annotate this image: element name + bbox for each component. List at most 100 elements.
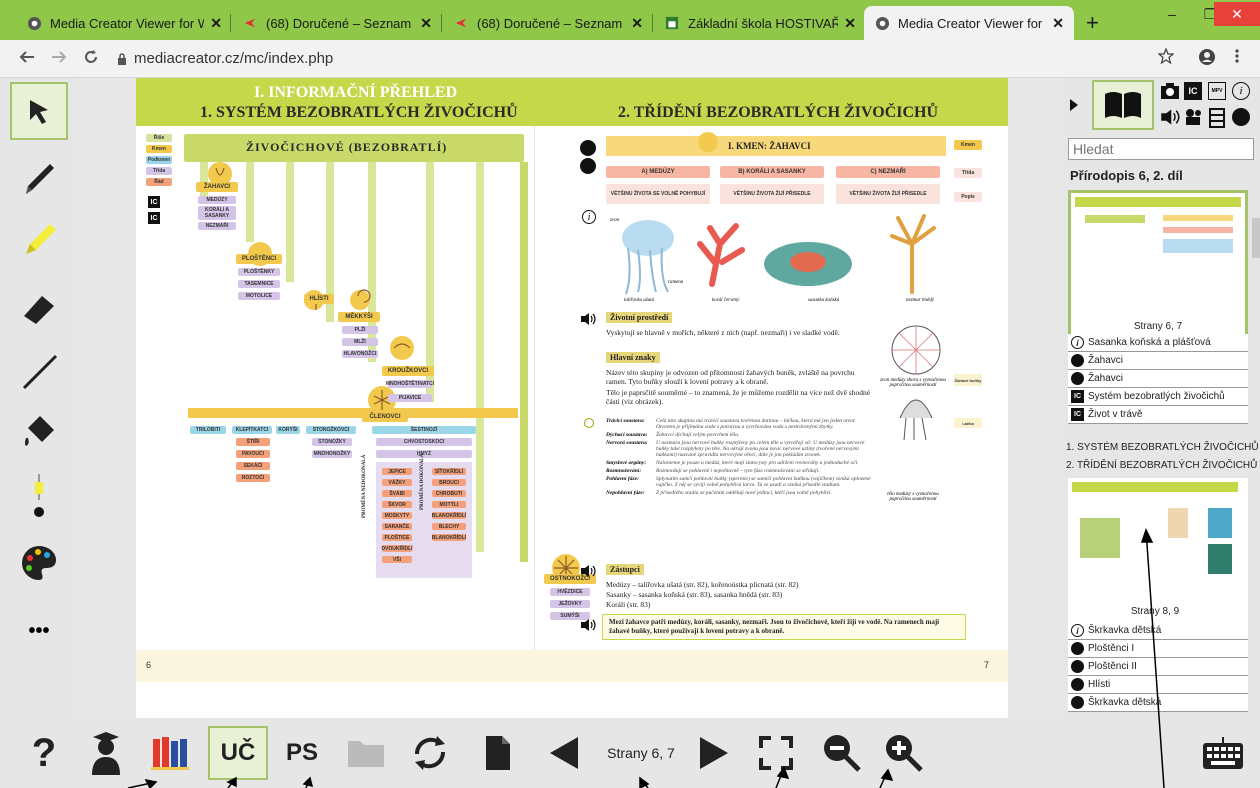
- fill-tool[interactable]: [10, 402, 68, 460]
- klep-item: ROZTOČI: [236, 474, 270, 482]
- help-button[interactable]: ?: [24, 726, 64, 780]
- thumbnail-pages-6-7[interactable]: Strany 6, 7: [1068, 190, 1248, 340]
- tab-label: (68) Doručené – Seznam Ema: [266, 15, 414, 31]
- group-hlisti[interactable]: HLÍSTI: [304, 294, 334, 304]
- tab-media-creator-active[interactable]: Media Creator Viewer for We ✕: [864, 6, 1074, 40]
- url-field[interactable]: mediacreator.cz/mc/index.php: [134, 50, 333, 67]
- profile-icon[interactable]: [1198, 48, 1216, 71]
- resource-label: Systém bezobratlých živočichů: [1088, 391, 1225, 402]
- line-tool[interactable]: [10, 342, 68, 400]
- speaker-icon[interactable]: [580, 618, 596, 637]
- right-legend-item: Třída: [954, 168, 982, 178]
- group-krouzkovci[interactable]: KROUŽKOVCI: [382, 366, 434, 376]
- highlighter-tool[interactable]: [10, 208, 68, 266]
- previous-page-button[interactable]: [544, 726, 584, 780]
- group-mekkysi[interactable]: MĚKKÝŠI: [338, 312, 380, 322]
- panel-scrollbar[interactable]: [1252, 218, 1260, 258]
- reload-icon[interactable]: [82, 48, 100, 71]
- tab-zs-hostivar[interactable]: Základní škola HOSTIVAŘ ✕: [654, 6, 866, 40]
- camera-icon[interactable]: [1160, 82, 1180, 102]
- workbook-ps-button[interactable]: PS: [282, 726, 322, 780]
- mpv-icon[interactable]: MPV: [1208, 82, 1226, 100]
- tab-seznam-2[interactable]: (68) Doručené – Seznam Ema ✕: [443, 6, 653, 40]
- speaker-icon[interactable]: [580, 564, 596, 583]
- search-input[interactable]: [1068, 138, 1254, 160]
- menu-dots-icon[interactable]: [1234, 48, 1240, 69]
- thumbnail-pages-8-9[interactable]: Strany 8, 9: [1068, 478, 1248, 626]
- minimize-button[interactable]: –: [1154, 2, 1190, 26]
- ostno-item: HVĚZDICE: [550, 588, 590, 596]
- toc-heading[interactable]: 1. SYSTÉM BEZOBRATLÝCH ŽIVOČICHŮ: [1066, 442, 1259, 453]
- keyboard-icon: [1203, 737, 1243, 769]
- class-medusy[interactable]: A) MEDÚZY: [606, 166, 710, 178]
- resource-item[interactable]: Žahavci: [1068, 370, 1248, 388]
- pointer-tool[interactable]: [10, 82, 68, 140]
- resource-item[interactable]: IC Život v trávě: [1068, 406, 1248, 424]
- tree-title: ŽIVOČICHOVÉ (BEZOBRATLÍ): [246, 140, 448, 154]
- size-slider[interactable]: [10, 474, 68, 522]
- resource-item[interactable]: i Škrkavka dětská: [1068, 622, 1248, 640]
- group-plostenci[interactable]: PLOŠTĚNCI: [236, 254, 282, 264]
- forward-icon[interactable]: [50, 48, 68, 71]
- hmyz-item: SÍŤOKŘÍDLÍ: [432, 468, 466, 475]
- hmyz-item: DVOUKŘÍDLÍ: [381, 545, 413, 552]
- close-window-button[interactable]: ✕: [1214, 2, 1260, 26]
- globe-filter-icon[interactable]: [1232, 108, 1250, 126]
- bookmark-star-icon[interactable]: [1157, 47, 1175, 69]
- tab-media-creator-1[interactable]: Media Creator Viewer for We ✕: [16, 6, 232, 40]
- tab-close-icon[interactable]: ✕: [210, 15, 222, 32]
- info-filter-icon[interactable]: i: [1232, 82, 1250, 100]
- ic-filter-icon[interactable]: IC: [1184, 82, 1202, 100]
- resource-item[interactable]: Žahavci: [1068, 352, 1248, 370]
- group-zahavci[interactable]: ŽAHAVCI: [196, 182, 238, 192]
- document-button[interactable]: [478, 726, 518, 780]
- interactive-circle-icon[interactable]: [584, 418, 594, 428]
- class-korali[interactable]: B) KORÁLI A SASANKY: [720, 166, 824, 178]
- book-view-button[interactable]: [1092, 80, 1154, 130]
- toc-heading[interactable]: 2. TŘÍDĚNÍ BEZOBRATLÝCH ŽIVOČICHŮ: [1066, 460, 1257, 471]
- rotate-button[interactable]: [408, 726, 452, 780]
- zoom-out-button[interactable]: [820, 726, 864, 780]
- book-icon: [1105, 92, 1141, 118]
- resource-item[interactable]: Hlísti: [1068, 676, 1248, 694]
- open-folder-button[interactable]: [344, 726, 388, 780]
- tab-close-icon[interactable]: ✕: [1052, 15, 1064, 32]
- group-clenovci[interactable]: ČLENOVCI: [362, 412, 408, 422]
- color-palette[interactable]: [10, 534, 68, 592]
- pen-tool[interactable]: [10, 148, 68, 206]
- back-icon[interactable]: [18, 48, 36, 71]
- class-nezmari[interactable]: C) NEZMAŘI: [836, 166, 940, 178]
- tab-close-icon[interactable]: ✕: [631, 15, 643, 32]
- globe-link-icon[interactable]: [580, 140, 596, 156]
- frame-icon[interactable]: [1208, 108, 1226, 133]
- keyboard-button[interactable]: [1200, 726, 1246, 780]
- zoom-in-button[interactable]: [882, 726, 926, 780]
- hmyz-item: BLANOKŘÍDLÍ: [431, 534, 467, 541]
- resource-item[interactable]: Ploštěnci I: [1068, 640, 1248, 658]
- more-tools-button[interactable]: •••: [10, 602, 68, 660]
- system-text: U nezmara jsou nervové buňky rozptýleny …: [656, 440, 865, 458]
- left-toolbar: •••: [0, 78, 78, 718]
- info-icon[interactable]: i: [582, 210, 596, 224]
- globe-link-icon[interactable]: [580, 158, 596, 174]
- eraser-tool[interactable]: [10, 278, 68, 336]
- tab-seznam-1[interactable]: (68) Doručené – Seznam Ema ✕: [232, 6, 442, 40]
- side-note: Láčka: [954, 418, 982, 428]
- zahavci-item: KORÁLI A SASANKY: [198, 206, 236, 220]
- resource-item[interactable]: IC Systém bezobratlých živočichů: [1068, 388, 1248, 406]
- sound-filter-icon[interactable]: [1160, 108, 1180, 131]
- speaker-icon[interactable]: [580, 312, 596, 331]
- video-camera-icon[interactable]: [1184, 108, 1204, 131]
- textbook-uc-button[interactable]: UČ: [208, 726, 268, 780]
- resource-item[interactable]: Ploštěnci II: [1068, 658, 1248, 676]
- resource-item[interactable]: Škrkavka dětská: [1068, 694, 1248, 712]
- collapse-panel-icon[interactable]: [1068, 98, 1080, 117]
- resource-item[interactable]: i Sasanka koňská a plášťová: [1068, 334, 1248, 352]
- tab-close-icon[interactable]: ✕: [844, 15, 856, 32]
- new-tab-button[interactable]: +: [1086, 10, 1099, 36]
- library-button[interactable]: [148, 726, 192, 780]
- teacher-button[interactable]: [86, 726, 126, 780]
- fullscreen-button[interactable]: [756, 726, 796, 780]
- next-page-button[interactable]: [694, 726, 734, 780]
- tab-close-icon[interactable]: ✕: [420, 15, 432, 32]
